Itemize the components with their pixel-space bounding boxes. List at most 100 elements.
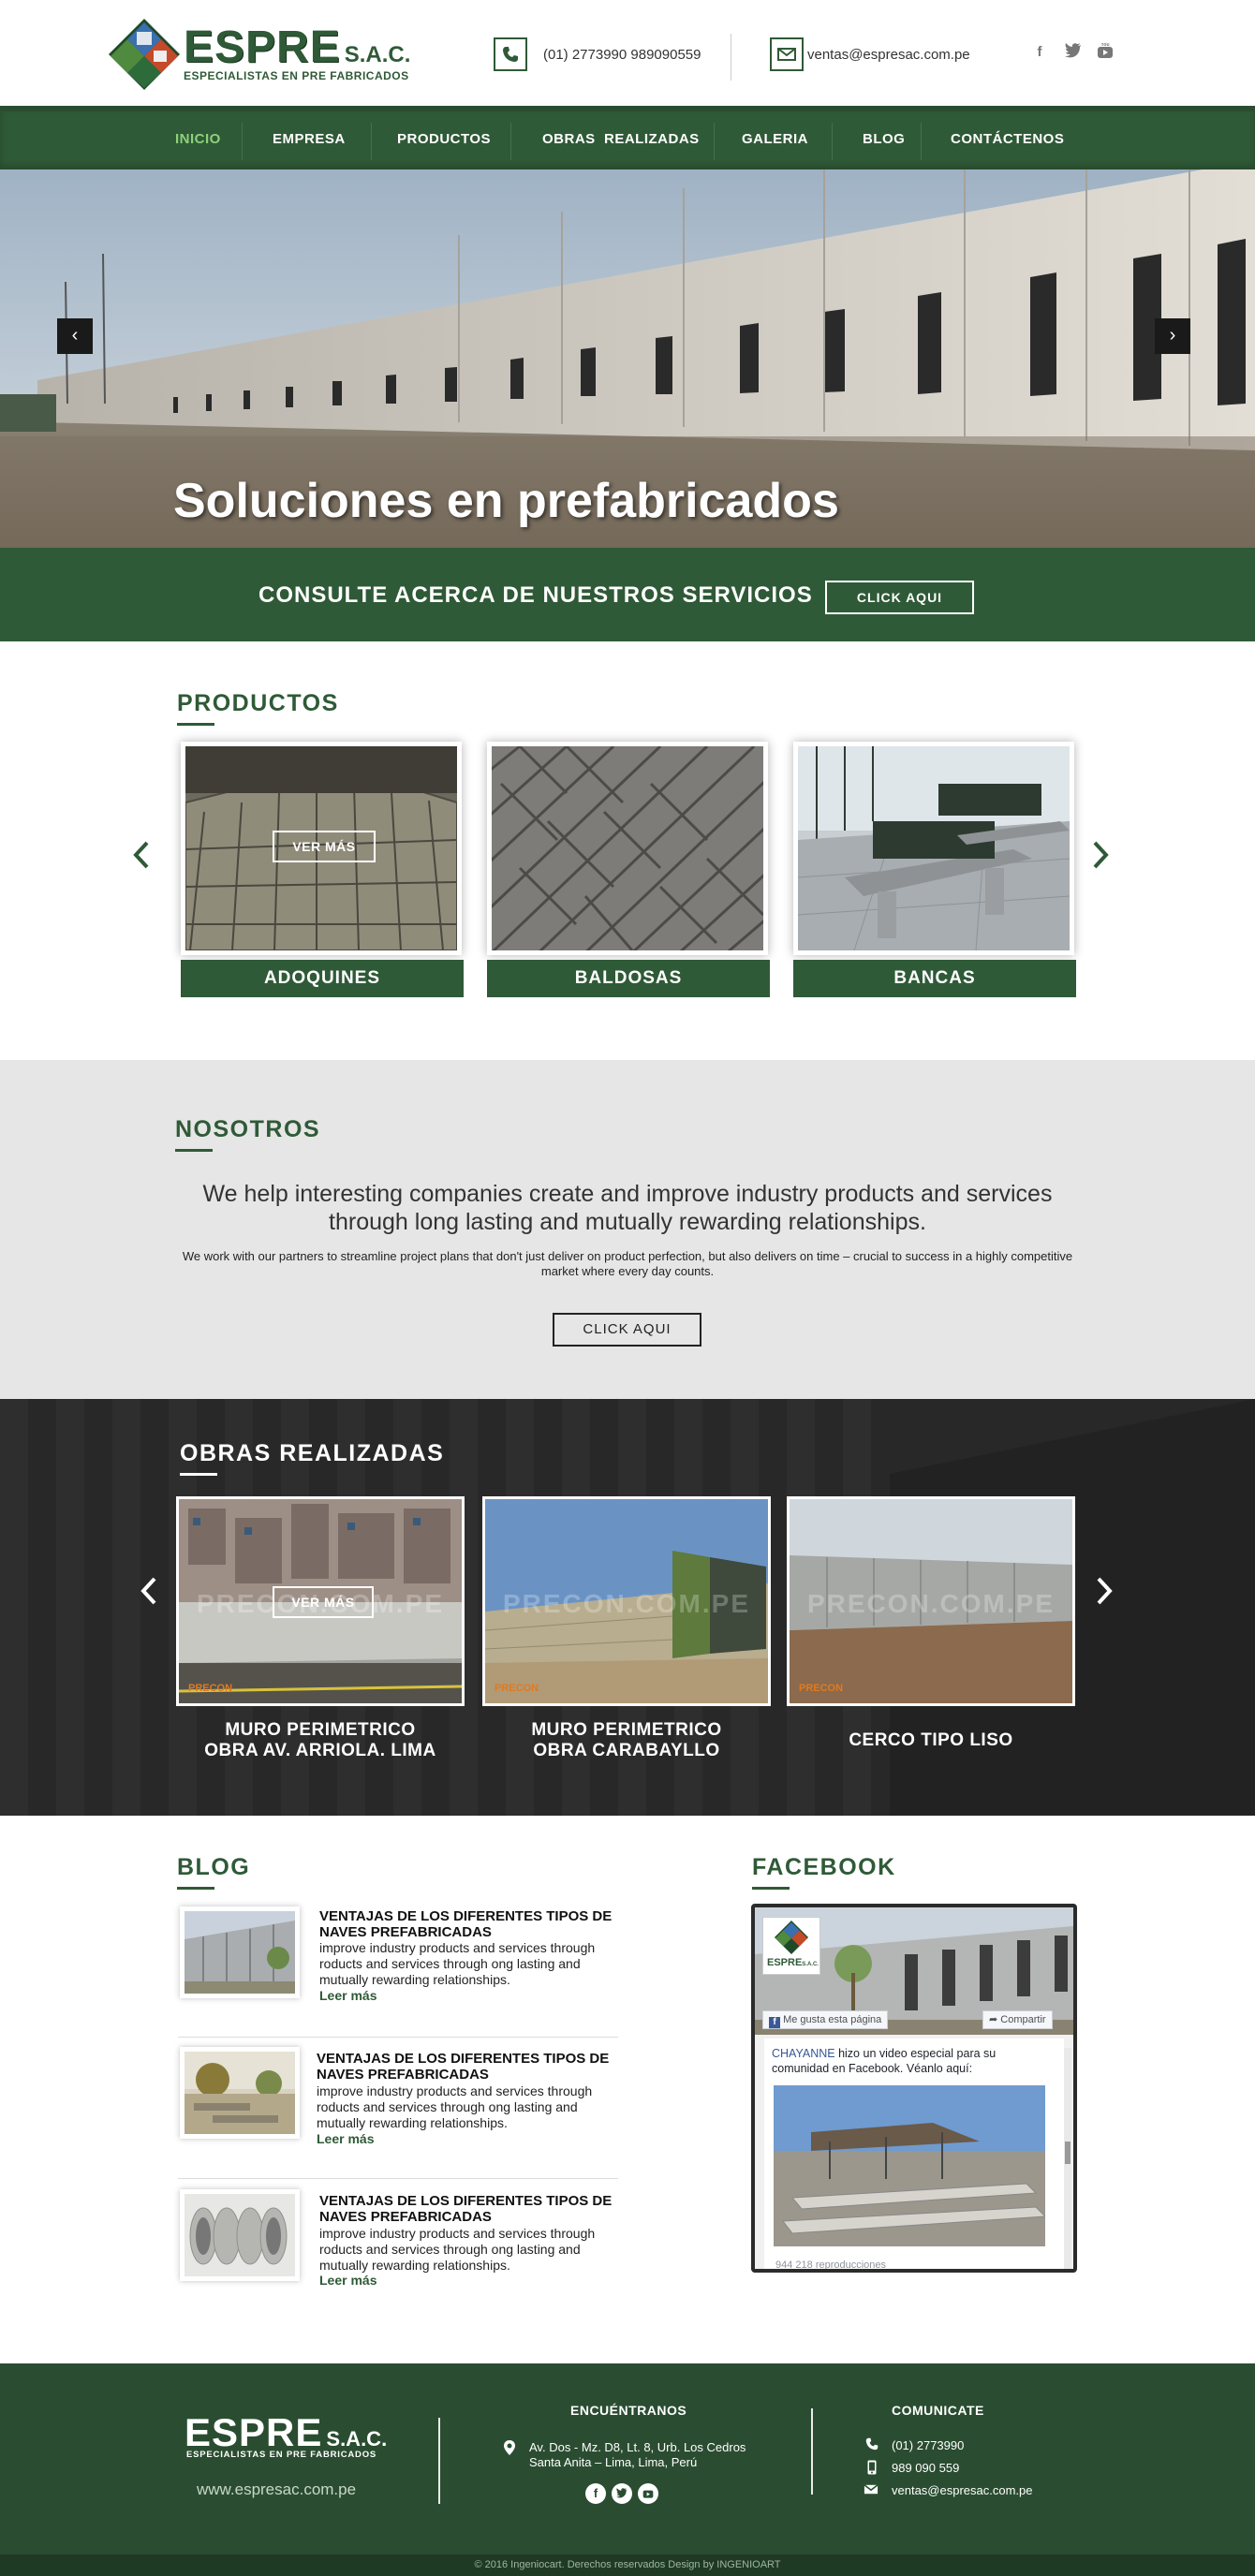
youtube-icon[interactable] — [638, 2483, 658, 2504]
logo-icon[interactable] — [107, 17, 182, 92]
nav-item-contactenos[interactable]: CONTÁCTENOS — [951, 131, 1064, 147]
facebook-share-button[interactable]: ➦ Compartir — [982, 2010, 1053, 2029]
logo-wordmark[interactable]: ESPRE S.A.C. — [184, 25, 410, 70]
brand-tag: PRECON — [799, 1683, 844, 1694]
brand-tag: PRECON — [495, 1683, 539, 1694]
product-label[interactable]: BANCAS — [793, 960, 1076, 997]
footer-mobile[interactable]: 989 090 559 — [892, 2461, 959, 2476]
nav-divider — [510, 123, 511, 160]
blog-post-title[interactable]: VENTAJAS DE LOS DIFERENTES TIPOS DE NAVE… — [319, 2193, 628, 2225]
chevron-right-icon — [1097, 1577, 1113, 1605]
obra-card-cerco-liso[interactable]: PRECON.COM.PE PRECON — [787, 1496, 1075, 1706]
nav-item-productos[interactable]: PRODUCTOS — [397, 131, 491, 147]
footer-divider — [811, 2408, 813, 2495]
twitter-icon[interactable] — [612, 2483, 632, 2504]
nav-divider — [714, 123, 715, 160]
header-phones[interactable]: (01) 2773990 989090559 — [543, 47, 701, 63]
nosotros-body: We work with our partners to streamline … — [182, 1249, 1073, 1278]
title-underline — [177, 1887, 214, 1890]
svg-text:You: You — [1100, 43, 1109, 48]
obras-section: OBRAS REALIZADAS PRECON.COM.PE PRECON VE… — [0, 1399, 1255, 1816]
nav-item-empresa[interactable]: EMPRESA — [273, 131, 346, 147]
divider — [178, 2037, 618, 2038]
nav-divider — [921, 123, 922, 160]
title-underline — [175, 1149, 213, 1152]
product-card-bancas[interactable] — [793, 742, 1074, 955]
nosotros-button[interactable]: CLICK AQUI — [553, 1313, 701, 1347]
header-email[interactable]: ventas@espresac.com.pe — [807, 47, 970, 63]
blog-post-title[interactable]: VENTAJAS DE LOS DIFERENTES TIPOS DE NAVE… — [317, 2051, 626, 2083]
logo-tagline: ESPECIALISTAS EN PRE FABRICADOS — [184, 69, 409, 82]
footer-email[interactable]: ventas@espresac.com.pe — [892, 2483, 1033, 2498]
blog-image — [185, 2052, 295, 2134]
blog-read-more-link[interactable]: Leer más — [317, 2131, 374, 2146]
brand-tag: PRECON — [188, 1683, 233, 1694]
product-label[interactable]: BALDOSAS — [487, 960, 770, 997]
facebook-page-logo[interactable]: ESPRES.A.C. — [762, 1917, 820, 1975]
product-image — [492, 746, 763, 950]
product-card-baldosas[interactable] — [487, 742, 768, 955]
scrollbar[interactable] — [1064, 2048, 1071, 2269]
footer-find-title: ENCUÉNTRANOS — [570, 2403, 687, 2418]
main-nav: INICIO EMPRESA PRODUCTOS OBRAS REALIZADA… — [0, 106, 1255, 169]
watermark: PRECON.COM.PE — [502, 1589, 751, 1618]
blog-read-more-link[interactable]: Leer más — [319, 2273, 376, 2288]
scrollbar-thumb[interactable] — [1065, 2142, 1070, 2164]
product-label[interactable]: ADOQUINES — [181, 960, 464, 997]
facebook-post-author[interactable]: CHAYANNE — [772, 2047, 835, 2060]
nav-item-galeria[interactable]: GALERIA — [742, 131, 808, 147]
obra-label-line1: CERCO TIPO LISO — [849, 1730, 1013, 1750]
footer-website[interactable]: www.espresac.com.pe — [197, 2480, 356, 2499]
blog-post-title[interactable]: VENTAJAS DE LOS DIFERENTES TIPOS DE NAVE… — [319, 1908, 628, 1940]
youtube-icon[interactable]: You — [1096, 42, 1115, 62]
blog-post-excerpt: improve industry products and services t… — [317, 2083, 593, 2130]
title-underline — [177, 723, 214, 726]
blog-thumb[interactable] — [180, 2047, 300, 2139]
blog-thumb[interactable] — [180, 1906, 300, 1998]
site-footer: ESPRE S.A.C. ESPECIALISTAS EN PRE FABRICA… — [0, 2363, 1255, 2554]
footer-phone[interactable]: (01) 2773990 — [892, 2438, 964, 2453]
productos-next-button[interactable] — [1092, 836, 1109, 878]
footer-contact-title: COMUNICATE — [892, 2403, 984, 2418]
hero-prev-button[interactable]: ‹ — [57, 318, 93, 354]
nav-item-blog[interactable]: BLOG — [863, 131, 905, 147]
nav-divider — [832, 123, 833, 160]
facebook-widget: ESPRES.A.C. f Me gusta esta página ➦ Com… — [751, 1904, 1077, 2273]
facebook-share-label: Compartir — [1000, 2014, 1046, 2025]
ver-mas-button[interactable]: VER MÁS — [273, 831, 376, 862]
hero-next-button[interactable]: › — [1155, 318, 1190, 354]
mail-icon — [864, 2483, 878, 2497]
obras-next-button[interactable] — [1096, 1572, 1113, 1614]
mail-icon — [770, 37, 804, 71]
ver-mas-button[interactable]: VER MÁS — [273, 1586, 374, 1618]
nosotros-lead: We help interesting companies create and… — [202, 1181, 1053, 1235]
chevron-left-icon — [140, 1577, 156, 1605]
nosotros-title: NOSOTROS — [175, 1116, 321, 1142]
productos-prev-button[interactable] — [133, 836, 150, 878]
facebook-icon[interactable]: f — [585, 2483, 606, 2504]
product-card-adoquines[interactable]: VER MÁS — [181, 742, 462, 955]
hero-title: Soluciones en prefabricados — [173, 474, 839, 528]
obra-card-carabayllo[interactable]: PRECON.COM.PE PRECON — [482, 1496, 771, 1706]
nav-divider — [371, 123, 372, 160]
blog-read-more-link[interactable]: Leer más — [319, 1988, 376, 2003]
facebook-post-image[interactable] — [774, 2085, 1045, 2246]
cta-button[interactable]: CLICK AQUI — [825, 581, 974, 614]
blog-thumb[interactable] — [180, 2189, 300, 2281]
footer-divider — [438, 2418, 440, 2504]
phone-icon — [494, 37, 527, 71]
obra-card-arriola[interactable]: PRECON.COM.PE PRECON VER MÁS — [176, 1496, 465, 1706]
twitter-icon[interactable] — [1064, 43, 1083, 62]
hero-slider: ‹ › Soluciones en prefabricados — [0, 169, 1255, 548]
footer-address-1: Av. Dos - Mz. D8, Lt. 8, Urb. Los Cedros — [529, 2440, 746, 2454]
nav-item-obras[interactable]: OBRAS REALIZADAS — [542, 131, 700, 147]
copyright-bar: © 2016 Ingeniocart. Derechos reservados … — [0, 2554, 1255, 2576]
obras-prev-button[interactable] — [140, 1572, 157, 1614]
title-underline — [180, 1473, 217, 1476]
nav-item-inicio[interactable]: INICIO — [175, 131, 221, 147]
blog-image — [185, 1911, 295, 1994]
footer-logo[interactable]: ESPRE S.A.C. — [185, 2410, 387, 2455]
facebook-like-button[interactable]: f Me gusta esta página — [762, 2010, 889, 2029]
footer-logo-sac: S.A.C. — [326, 2427, 388, 2451]
facebook-icon[interactable]: f — [1030, 43, 1049, 62]
